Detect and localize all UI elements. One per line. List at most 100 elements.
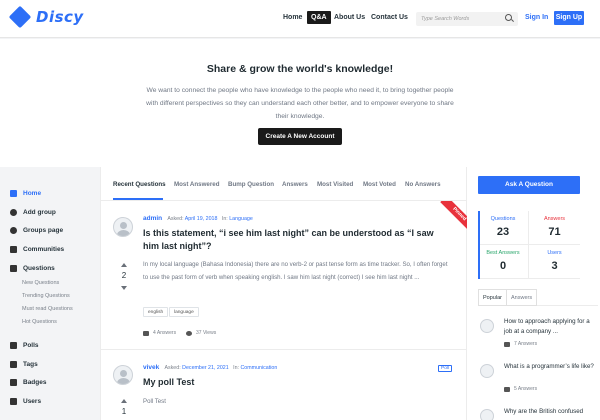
hero-section: Share & grow the world's knowledge! We w… bbox=[0, 39, 600, 167]
question-category[interactable]: Language bbox=[229, 216, 253, 222]
sidebar-item-label: Groups page bbox=[23, 227, 64, 234]
comment-icon bbox=[504, 386, 510, 392]
book-icon bbox=[10, 265, 17, 272]
answers-label: 4 Answers bbox=[153, 330, 177, 336]
search-input[interactable]: Type Search Words bbox=[416, 12, 518, 26]
sidebar-subitem-new-questions[interactable]: New Questions bbox=[22, 280, 59, 286]
folder-icon bbox=[10, 246, 17, 253]
in-label: In: bbox=[233, 365, 239, 371]
sidebar-item-label: Users bbox=[23, 398, 42, 405]
avatar[interactable] bbox=[480, 409, 494, 420]
question-title[interactable]: Is this statement, “i see him last night… bbox=[143, 227, 443, 253]
sidebar-item-label: Add group bbox=[23, 209, 56, 216]
site-logo[interactable]: Discy bbox=[8, 5, 84, 29]
sidebar-item-label: Questions bbox=[23, 265, 55, 272]
pinned-label: Pinned bbox=[440, 201, 468, 234]
sidebar-subitem-trending-questions[interactable]: Trending Questions bbox=[22, 293, 70, 299]
search-icon[interactable] bbox=[505, 14, 512, 21]
popular-title[interactable]: How to approach applying for a job at a … bbox=[504, 317, 596, 337]
globe-icon bbox=[10, 227, 17, 234]
popular-title[interactable]: Why are the British confused bbox=[504, 407, 596, 417]
tab-no-answers[interactable]: No Answers bbox=[405, 181, 441, 188]
sidebar-item-label: Polls bbox=[23, 342, 39, 349]
sidebar-item-groups-page[interactable]: Groups page bbox=[10, 227, 63, 234]
logo-text: Discy bbox=[36, 8, 84, 26]
nav-about-us[interactable]: About Us bbox=[334, 14, 365, 21]
tag-language[interactable]: language bbox=[169, 307, 199, 317]
sidebar-item-communities[interactable]: Communities bbox=[10, 246, 64, 253]
question-meta: vivek Asked: December 21, 2021 In: Commu… bbox=[143, 364, 277, 371]
upvote-icon[interactable] bbox=[121, 263, 127, 267]
avatar[interactable] bbox=[113, 217, 133, 237]
downvote-icon[interactable] bbox=[121, 286, 127, 290]
comment-icon bbox=[143, 330, 149, 336]
author-name[interactable]: admin bbox=[143, 215, 162, 222]
popular-answers: 5 Answers bbox=[504, 386, 537, 392]
divider bbox=[101, 349, 468, 350]
tag-icon bbox=[10, 361, 17, 368]
tab-bump-question[interactable]: Bump Question bbox=[228, 181, 274, 188]
stat-value: 71 bbox=[548, 226, 561, 238]
sidebar-item-questions[interactable]: Questions bbox=[10, 265, 55, 272]
answers-count[interactable]: 4 Answers bbox=[143, 330, 176, 336]
eye-icon bbox=[186, 330, 192, 336]
avatar[interactable] bbox=[480, 364, 494, 378]
tab-answers-widget[interactable]: Answers bbox=[506, 289, 538, 306]
sidebar-item-label: Home bbox=[23, 190, 42, 197]
stat-users: Users 3 bbox=[529, 245, 580, 279]
poll-badge: Poll bbox=[438, 365, 452, 372]
upvote-icon[interactable] bbox=[121, 399, 127, 403]
sidebar-item-tags[interactable]: Tags bbox=[10, 361, 38, 368]
sidebar-item-users[interactable]: Users bbox=[10, 398, 41, 405]
tab-most-visited[interactable]: Most Visited bbox=[317, 181, 353, 188]
sign-in-link[interactable]: Sign In bbox=[525, 14, 548, 21]
sidebar-item-home[interactable]: Home bbox=[10, 190, 41, 197]
popular-title[interactable]: What is a programmer’s life like? bbox=[504, 362, 596, 372]
stat-label: Best Answers bbox=[486, 250, 520, 256]
sidebar-item-label: Communities bbox=[23, 246, 65, 253]
answers-label: 5 Answers bbox=[514, 386, 538, 392]
question-category[interactable]: Communication bbox=[240, 365, 277, 371]
logo-diamond-icon bbox=[8, 5, 32, 29]
sidebar-item-badges[interactable]: Badges bbox=[10, 379, 46, 386]
stat-accent bbox=[478, 211, 480, 245]
tab-answers[interactable]: Answers bbox=[282, 181, 308, 188]
stat-questions: Questions 23 bbox=[478, 211, 529, 245]
nav-contact-us[interactable]: Contact Us bbox=[371, 14, 408, 21]
question-date[interactable]: December 21, 2021 bbox=[182, 365, 229, 371]
left-sidebar: Home Add group Groups page Communities Q… bbox=[0, 167, 100, 420]
vote-count: 1 bbox=[121, 407, 127, 416]
sign-up-button[interactable]: Sign Up bbox=[554, 11, 584, 25]
sidebar-item-label: Tags bbox=[23, 361, 38, 368]
asked-label: Asked: bbox=[167, 216, 184, 222]
author-name[interactable]: vivek bbox=[143, 364, 159, 371]
sidebar-subitem-hot-questions[interactable]: Hot Questions bbox=[22, 319, 57, 325]
tab-recent-questions[interactable]: Recent Questions bbox=[113, 181, 166, 188]
nav-home[interactable]: Home bbox=[283, 14, 302, 21]
question-tabs: Recent Questions Most Answered Bump Ques… bbox=[101, 167, 468, 201]
avatar[interactable] bbox=[480, 319, 494, 333]
sidebar-item-polls[interactable]: Polls bbox=[10, 342, 39, 349]
question-date[interactable]: April 19, 2018 bbox=[185, 216, 218, 222]
stat-label: Users bbox=[547, 250, 562, 256]
create-account-button[interactable]: Create A New Account bbox=[258, 128, 342, 145]
comment-icon bbox=[504, 341, 510, 347]
answers-label: 7 Answers bbox=[514, 341, 538, 347]
tab-popular[interactable]: Popular bbox=[478, 289, 507, 306]
tag-english[interactable]: english bbox=[143, 307, 169, 317]
avatar[interactable] bbox=[113, 365, 133, 385]
nav-qa[interactable]: Q&A bbox=[307, 11, 331, 24]
question-title[interactable]: My poll Test bbox=[143, 376, 443, 389]
sidebar-subitem-must-read-questions[interactable]: Must read Questions bbox=[22, 306, 73, 312]
popular-answers: 7 Answers bbox=[504, 341, 537, 347]
poll-icon bbox=[10, 342, 17, 349]
stat-value: 23 bbox=[496, 226, 510, 238]
stat-value: 0 bbox=[499, 260, 507, 272]
tab-most-voted[interactable]: Most Voted bbox=[363, 181, 396, 188]
in-label: In: bbox=[221, 216, 228, 222]
ask-question-button[interactable]: Ask A Question bbox=[478, 176, 580, 194]
sidebar-item-add-group[interactable]: Add group bbox=[10, 209, 56, 216]
asked-label: Asked: bbox=[164, 365, 181, 371]
tab-most-answered[interactable]: Most Answered bbox=[174, 181, 220, 188]
home-icon bbox=[10, 190, 17, 197]
